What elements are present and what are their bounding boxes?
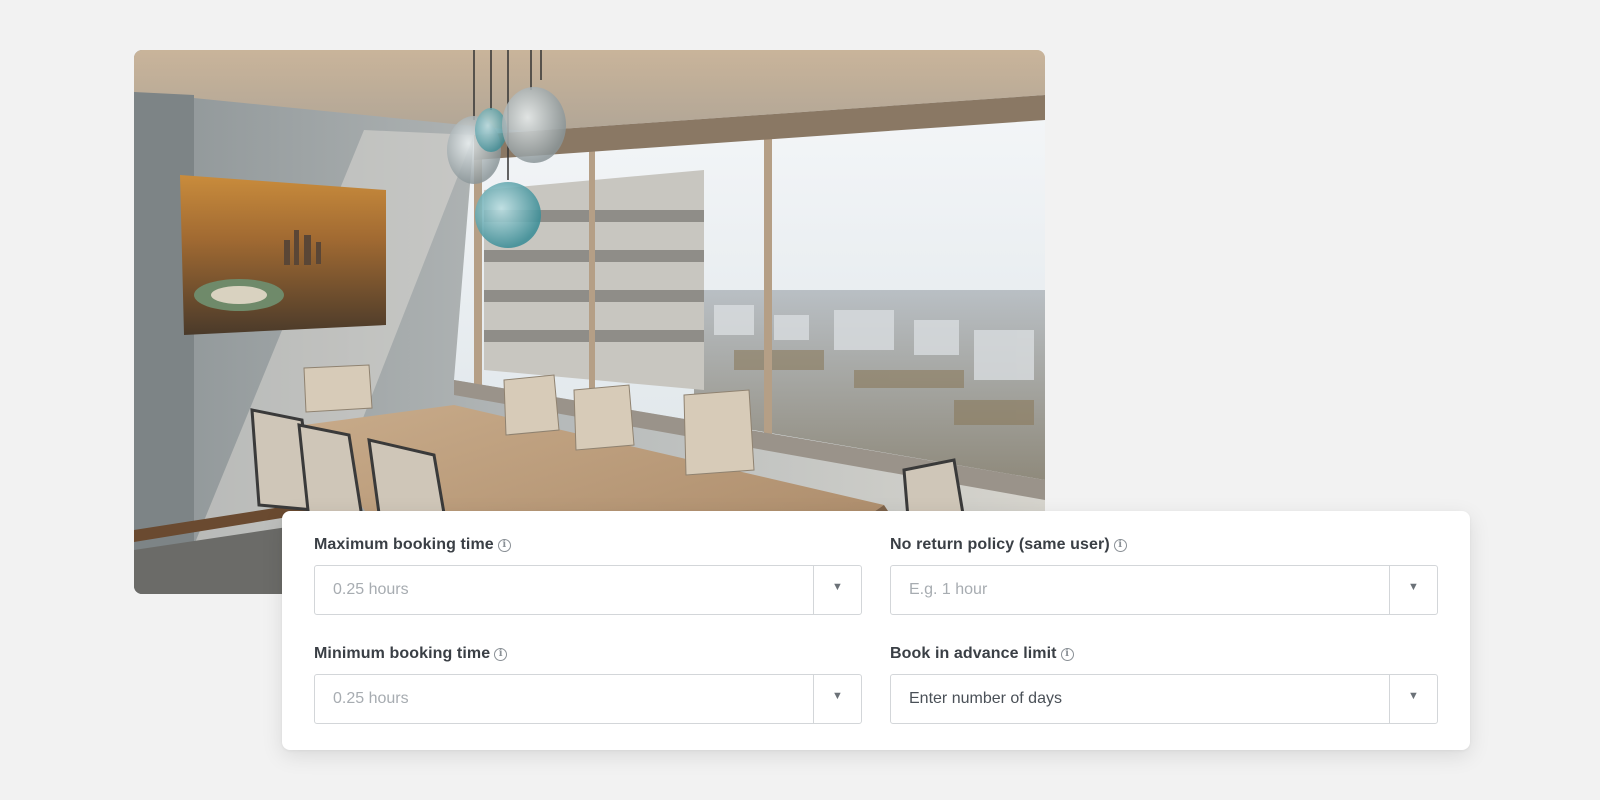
minimum-booking-time-label-text: Minimum booking time (314, 645, 491, 662)
page: Maximum booking time i 0.25 hours ▼ No r… (0, 0, 1600, 800)
chevron-down-icon[interactable]: ▼ (814, 675, 861, 723)
minimum-booking-time-select[interactable]: 0.25 hours ▼ (314, 674, 862, 724)
maximum-booking-time-label-text: Maximum booking time (314, 536, 494, 553)
book-in-advance-limit-label: Book in advance limit i (890, 644, 1438, 664)
info-icon[interactable]: i (497, 538, 511, 552)
maximum-booking-time-value: 0.25 hours (333, 581, 409, 598)
no-return-policy-field: No return policy (same user) i E.g. 1 ho… (890, 535, 1438, 615)
maximum-booking-time-select[interactable]: 0.25 hours ▼ (314, 565, 862, 615)
chevron-down-icon[interactable]: ▼ (1390, 675, 1437, 723)
no-return-policy-label-text: No return policy (same user) (890, 536, 1110, 553)
minimum-booking-time-value: 0.25 hours (333, 690, 409, 707)
minimum-booking-time-field: Minimum booking time i 0.25 hours ▼ (314, 644, 862, 724)
info-icon[interactable]: i (1060, 647, 1074, 661)
book-in-advance-limit-value: Enter number of days (909, 690, 1062, 707)
maximum-booking-time-field: Maximum booking time i 0.25 hours ▼ (314, 535, 862, 615)
booking-settings-card: Maximum booking time i 0.25 hours ▼ No r… (282, 511, 1470, 750)
chevron-down-icon[interactable]: ▼ (1390, 566, 1437, 614)
info-icon[interactable]: i (1113, 538, 1127, 552)
no-return-policy-select[interactable]: E.g. 1 hour ▼ (890, 565, 1438, 615)
book-in-advance-limit-label-text: Book in advance limit (890, 645, 1057, 662)
book-in-advance-limit-field: Book in advance limit i Enter number of … (890, 644, 1438, 724)
info-icon[interactable]: i (494, 647, 508, 661)
no-return-policy-label: No return policy (same user) i (890, 535, 1438, 555)
chevron-down-icon[interactable]: ▼ (814, 566, 861, 614)
maximum-booking-time-label: Maximum booking time i (314, 535, 862, 555)
no-return-policy-value: E.g. 1 hour (909, 581, 988, 598)
minimum-booking-time-label: Minimum booking time i (314, 644, 862, 664)
book-in-advance-limit-select[interactable]: Enter number of days ▼ (890, 674, 1438, 724)
